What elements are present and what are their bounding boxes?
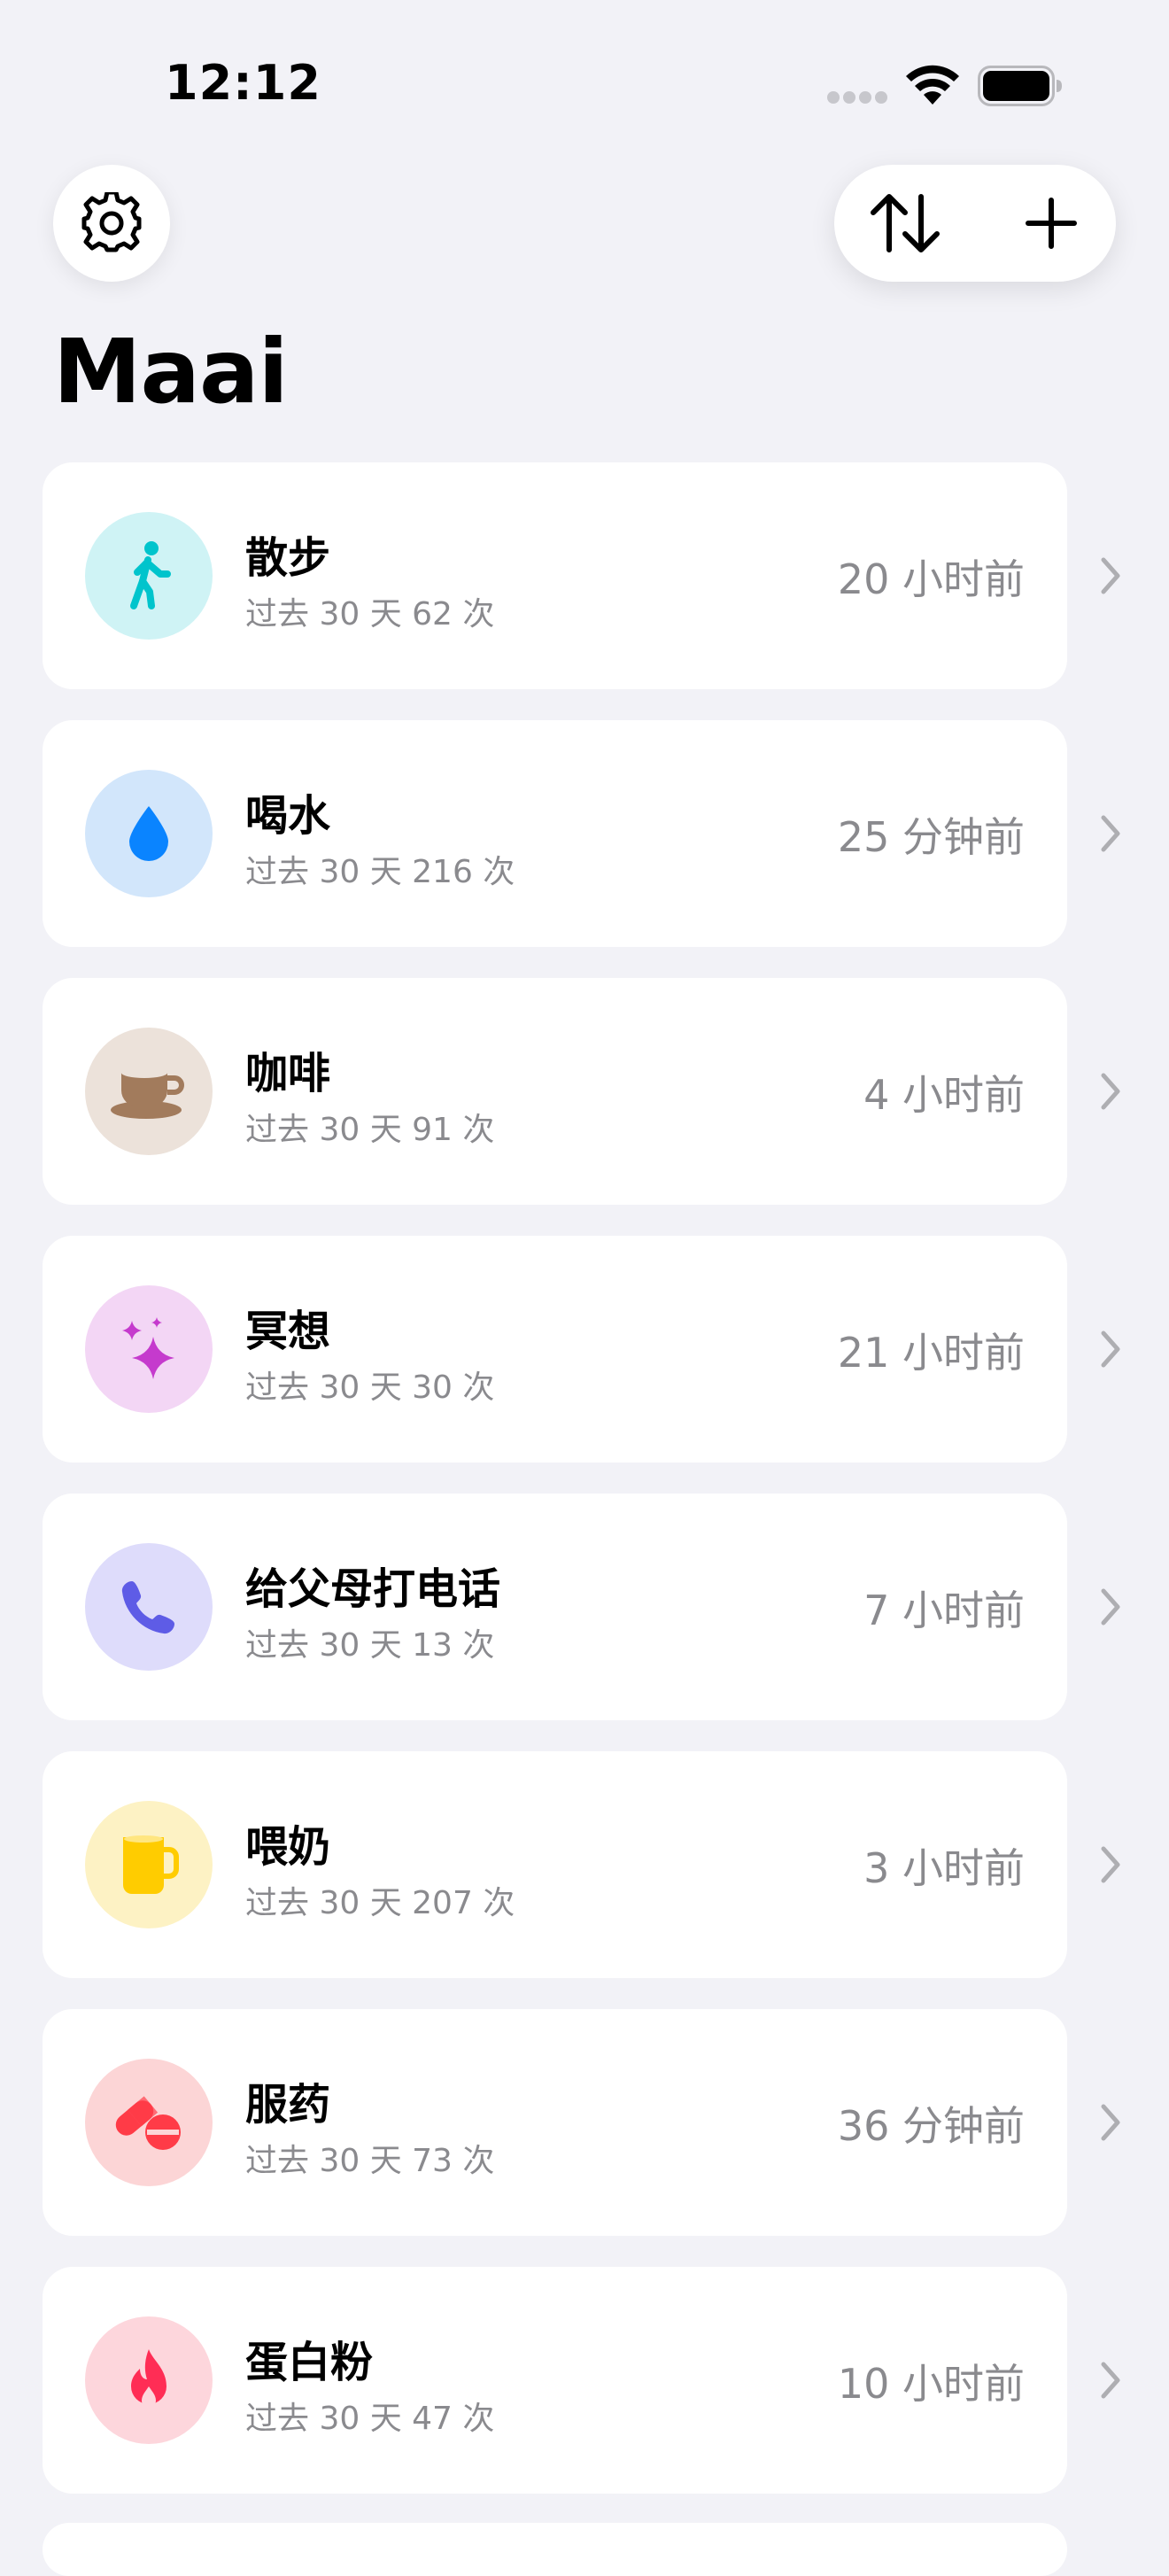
habit-title: 咖啡: [245, 1049, 331, 1098]
chevron-right-icon: [1101, 2362, 1120, 2399]
water-drop-icon: [129, 806, 168, 861]
chevron-right-icon: [1101, 557, 1120, 594]
habit-title: 服药: [245, 2080, 331, 2130]
habit-subtitle: 过去 30 天 216 次: [245, 854, 515, 890]
chevron-right-icon: [1101, 815, 1120, 852]
habit-last-time: 36 分钟前: [837, 2102, 1025, 2150]
mug-icon: [123, 1835, 179, 1894]
habit-icon-badge: [85, 1028, 213, 1155]
habit-title: 给父母打电话: [245, 1564, 501, 1614]
habit-last-time: 7 小时前: [863, 1587, 1025, 1634]
habit-icon-badge: [85, 1543, 213, 1671]
habit-card[interactable]: 给父母打电话 过去 30 天 13 次 7 小时前: [43, 1494, 1067, 1720]
habit-card[interactable]: 蛋白粉 过去 30 天 47 次 10 小时前: [43, 2267, 1067, 2494]
phone-icon: [121, 1581, 174, 1634]
coffee-cup-icon: [111, 1067, 184, 1119]
page-title: Maai: [53, 320, 289, 423]
habit-card[interactable]: 冥想 过去 30 天 30 次 21 小时前: [43, 1236, 1067, 1463]
habit-card[interactable]: 散步 过去 30 天 62 次 20 小时前: [43, 462, 1067, 689]
habit-last-time: 4 小时前: [863, 1071, 1025, 1119]
sparkles-icon: [122, 1317, 174, 1379]
habit-subtitle: 过去 30 天 47 次: [245, 2401, 495, 2437]
habit-subtitle: 过去 30 天 73 次: [245, 2143, 495, 2179]
habit-card[interactable]: 喝水 过去 30 天 216 次 25 分钟前: [43, 720, 1067, 947]
habit-subtitle: 过去 30 天 62 次: [245, 596, 495, 632]
status-time: 12:12: [165, 55, 321, 111]
habit-subtitle: 过去 30 天 91 次: [245, 1112, 495, 1148]
sort-arrows-icon: [871, 194, 940, 252]
habit-card[interactable]: 服药 过去 30 天 73 次 36 分钟前: [43, 2009, 1067, 2236]
cellular-signal-icon: [827, 91, 887, 105]
chevron-right-icon: [1101, 1073, 1120, 1110]
sort-button[interactable]: [861, 186, 949, 260]
habit-title: 喂奶: [245, 1822, 331, 1872]
habit-icon-badge: [85, 512, 213, 640]
habit-title: 蛋白粉: [245, 2338, 374, 2387]
chevron-right-icon: [1101, 1846, 1120, 1883]
status-bar: 12:12: [0, 0, 1169, 168]
settings-button[interactable]: [53, 165, 170, 282]
habit-card[interactable]: 咖啡 过去 30 天 91 次 4 小时前: [43, 978, 1067, 1205]
habit-title: 冥想: [245, 1307, 331, 1356]
flame-icon: [131, 2349, 166, 2408]
habit-icon-badge: [85, 1801, 213, 1928]
habit-icon-badge: [85, 1285, 213, 1413]
battery-icon: [978, 66, 1062, 106]
habit-title: 散步: [245, 533, 331, 583]
figure-walk-icon: [130, 541, 171, 609]
habit-subtitle: 过去 30 天 207 次: [245, 1885, 515, 1921]
habit-icon-badge: [85, 770, 213, 897]
habit-last-time: 10 小时前: [837, 2360, 1025, 2408]
gear-icon: [81, 192, 142, 252]
habit-card-partial[interactable]: [43, 2523, 1067, 2576]
chevron-right-icon: [1101, 1331, 1120, 1368]
habit-last-time: 25 分钟前: [837, 813, 1025, 861]
chevron-right-icon: [1101, 1588, 1120, 1626]
habit-last-time: 3 小时前: [863, 1844, 1025, 1892]
pills-icon: [115, 2096, 181, 2150]
plus-icon: [1026, 198, 1077, 249]
habit-title: 喝水: [245, 791, 331, 841]
add-button[interactable]: [1011, 186, 1091, 260]
habit-last-time: 21 小时前: [837, 1329, 1025, 1377]
habit-subtitle: 过去 30 天 30 次: [245, 1369, 495, 1406]
habit-icon-badge: [85, 2059, 213, 2186]
wifi-icon: [906, 65, 959, 105]
habit-subtitle: 过去 30 天 13 次: [245, 1627, 495, 1664]
chevron-right-icon: [1101, 2104, 1120, 2141]
toolbar-actions: [834, 165, 1116, 282]
habit-icon-badge: [85, 2316, 213, 2444]
habit-card[interactable]: 喂奶 过去 30 天 207 次 3 小时前: [43, 1751, 1067, 1978]
habit-last-time: 20 小时前: [837, 555, 1025, 603]
